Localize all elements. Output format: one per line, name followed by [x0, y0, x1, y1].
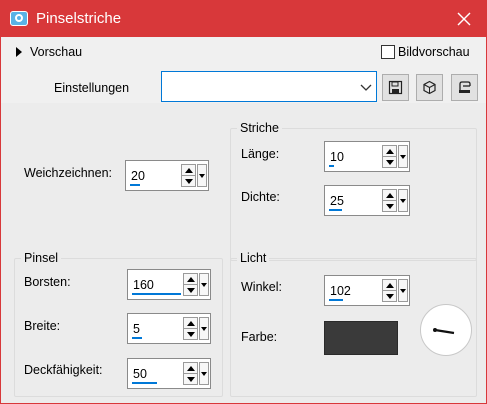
width-label: Breite: [24, 319, 61, 333]
chevron-down-icon[interactable] [187, 377, 195, 382]
delete-preset-icon [459, 81, 471, 93]
density-dropdown[interactable] [398, 189, 408, 212]
chevron-down-icon [400, 289, 406, 293]
soften-label: Weichzeichnen: [24, 166, 113, 180]
length-value[interactable]: 10 [330, 150, 344, 164]
close-icon [457, 12, 471, 25]
chevron-down-icon [201, 327, 207, 331]
title-bar: Pinselstriche [0, 0, 487, 37]
dialog-body: Vorschau Bildvorschau Einstellungen Weic… [1, 37, 486, 403]
chevron-down-icon[interactable] [386, 204, 394, 209]
chevron-up-icon[interactable] [386, 149, 394, 154]
angle-level-bar [329, 299, 343, 301]
angle-value[interactable]: 102 [330, 284, 351, 298]
save-icon [388, 80, 403, 95]
opacity-dropdown[interactable] [199, 362, 209, 385]
settings-dropdown[interactable] [161, 71, 377, 102]
length-spinbox[interactable]: 10 [324, 141, 410, 172]
light-group-title: Licht [237, 251, 270, 265]
width-spinbox[interactable]: 5 [127, 313, 211, 344]
density-stepper[interactable] [382, 189, 397, 212]
density-level-bar [329, 209, 342, 211]
chevron-down-icon [360, 84, 372, 91]
chevron-up-icon[interactable] [187, 321, 195, 326]
chevron-down-icon[interactable] [185, 179, 193, 184]
angle-label: Winkel: [241, 280, 282, 294]
chevron-up-icon[interactable] [386, 193, 394, 198]
chevron-down-icon [400, 199, 406, 203]
delete-preset-button[interactable] [451, 74, 478, 101]
soften-level-bar [130, 184, 140, 186]
chevron-up-icon[interactable] [386, 283, 394, 288]
length-level-bar [329, 165, 334, 167]
bristles-dropdown[interactable] [199, 273, 209, 296]
strokes-group-title: Striche [237, 121, 282, 135]
chevron-down-icon [400, 155, 406, 159]
chevron-down-icon[interactable] [386, 294, 394, 299]
brush-group-title: Pinsel [21, 251, 62, 265]
chevron-up-icon[interactable] [187, 277, 195, 282]
bristles-stepper[interactable] [183, 273, 198, 296]
opacity-label: Deckfähigkeit: [24, 363, 103, 377]
chevron-down-icon[interactable] [187, 332, 195, 337]
color-swatch[interactable] [324, 321, 398, 355]
width-value[interactable]: 5 [133, 322, 140, 336]
soften-stepper[interactable] [181, 164, 196, 187]
color-label: Farbe: [241, 330, 278, 344]
opacity-level-bar [132, 382, 157, 384]
width-stepper[interactable] [183, 317, 198, 340]
length-dropdown[interactable] [398, 145, 408, 168]
window-title: Pinselstriche [36, 10, 122, 27]
length-label: Länge: [241, 147, 280, 161]
chevron-down-icon[interactable] [386, 160, 394, 165]
opacity-value[interactable]: 50 [133, 367, 147, 381]
soften-value[interactable]: 20 [131, 169, 145, 183]
load-preset-button[interactable] [416, 74, 443, 101]
chevron-up-icon[interactable] [185, 168, 193, 173]
soften-spinbox[interactable]: 20 [125, 160, 209, 191]
preview-toggle-label[interactable]: Vorschau [30, 45, 82, 59]
angle-stepper[interactable] [382, 279, 397, 302]
width-dropdown[interactable] [199, 317, 209, 340]
opacity-spinbox[interactable]: 50 [127, 358, 211, 389]
cube-icon [423, 80, 436, 95]
image-preview-label[interactable]: Bildvorschau [398, 45, 470, 59]
density-label: Dichte: [241, 190, 280, 204]
chevron-up-icon[interactable] [187, 366, 195, 371]
image-preview-checkbox[interactable] [381, 45, 395, 59]
angle-dropdown[interactable] [398, 279, 408, 302]
soften-dropdown[interactable] [197, 164, 207, 187]
bristles-spinbox[interactable]: 160 [127, 269, 211, 300]
length-stepper[interactable] [382, 145, 397, 168]
dial-needle [433, 328, 455, 335]
top-panel: Vorschau Bildvorschau Einstellungen [1, 37, 486, 103]
density-spinbox[interactable]: 25 [324, 185, 410, 216]
settings-label: Einstellungen [54, 81, 130, 95]
chevron-right-icon[interactable] [16, 47, 22, 57]
opacity-stepper[interactable] [183, 362, 198, 385]
camera-icon [10, 11, 28, 26]
save-preset-button[interactable] [382, 74, 409, 101]
width-level-bar [132, 337, 142, 339]
angle-dial[interactable] [420, 304, 472, 356]
chevron-down-icon[interactable] [187, 288, 195, 293]
chevron-down-icon [199, 174, 205, 178]
angle-spinbox[interactable]: 102 [324, 275, 410, 306]
chevron-down-icon [201, 283, 207, 287]
bristles-value[interactable]: 160 [133, 278, 154, 292]
bristles-label: Borsten: [24, 275, 71, 289]
density-value[interactable]: 25 [330, 194, 344, 208]
close-button[interactable] [441, 0, 487, 37]
bristles-level-bar [132, 293, 181, 295]
chevron-down-icon [201, 372, 207, 376]
